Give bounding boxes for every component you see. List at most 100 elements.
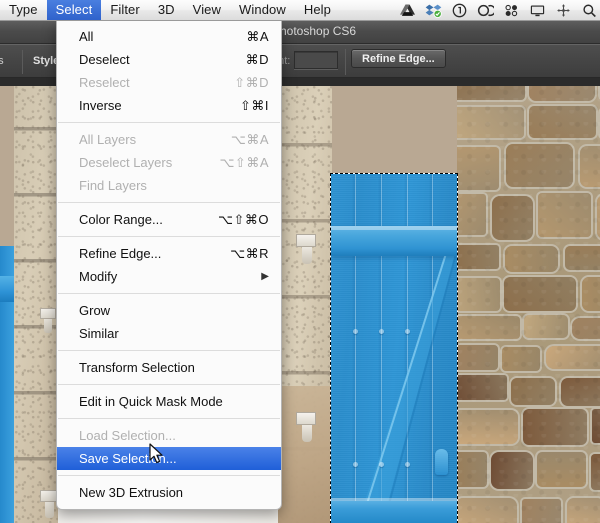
menu-item-label: Refine Edge... [79,246,162,261]
shutter-hook-upper-center [296,234,316,247]
menu-separator [58,418,280,419]
options-divider [22,50,23,74]
refine-edge-button[interactable]: Refine Edge... [351,49,446,68]
creative-cloud-icon[interactable] [477,3,494,18]
dropbox-check-icon[interactable] [425,3,442,18]
shutter-hook-lower-left-stem [45,502,54,518]
menu-item-label: Load Selection... [79,428,176,443]
nail-head [353,329,358,334]
menu-separator [58,293,280,294]
menu-item-label: Deselect Layers [79,155,173,170]
menubar-item-help[interactable]: Help [295,0,340,20]
menu-item-label: Transform Selection [79,360,195,375]
app-title: Photoshop CS6 [272,24,357,38]
menu-item-reselect: Reselect ⇧⌘D [57,71,281,94]
google-drive-icon[interactable] [399,3,416,18]
menu-separator [58,475,280,476]
menu-item-edit-in-quick-mask-mode[interactable]: Edit in Quick Mask Mode [57,390,281,413]
crossrail-highlight [331,226,457,230]
menu-item-deselect-layers: Deselect Layers ⌥⇧⌘A [57,151,281,174]
mortar-texture [457,86,600,523]
onepassword-icon[interactable] [451,3,468,18]
menu-item-shortcut: ⌥⇧⌘A [219,154,269,170]
display-icon[interactable] [529,3,546,18]
stone-texture [14,86,58,523]
nail-head [379,462,384,467]
menu-item-shortcut: ⌘D [245,51,269,67]
menu-item-load-selection: Load Selection... [57,424,281,447]
nail-head [379,329,384,334]
menu-item-label: Deselect [79,52,130,67]
menu-item-label: Inverse [79,98,122,113]
menu-item-label: Color Range... [79,212,163,227]
menu-item-save-selection[interactable]: Save Selection... [57,447,281,470]
menu-item-label: Find Layers [79,178,147,193]
nail-head [405,462,410,467]
stone-wall-right [457,86,600,523]
menu-item-shortcut: ⌥⌘A [230,131,269,147]
spotlight-search-icon[interactable] [581,3,598,18]
height-input[interactable] [294,51,338,69]
menu-item-grow[interactable]: Grow [57,299,281,322]
horizontal-crossrail [331,226,457,256]
shutter-hook-upper-left [40,308,56,319]
menu-item-shortcut: ⌥⌘R [230,245,269,261]
menu-bar-status-icons [399,3,600,18]
menubar-item-type[interactable]: Type [0,0,47,20]
menu-item-all-layers: All Layers ⌥⌘A [57,128,281,151]
menu-item-all[interactable]: All ⌘A [57,25,281,48]
menu-item-label: Save Selection... [79,451,177,466]
bottom-rail [331,501,457,523]
granite-pier-center-lower [278,386,332,523]
move-arrows-icon[interactable] [555,3,572,18]
menu-item-label: All [79,29,94,44]
menu-item-new-3d-extrusion[interactable]: New 3D Extrusion [57,481,281,504]
nail-head [405,329,410,334]
select-dropdown-menu[interactable]: All ⌘A Deselect ⌘D Reselect ⇧⌘D Inverse ⇧⌘I All … [56,21,282,510]
menu-separator [58,122,280,123]
shutter-hook-lower-center [296,412,316,425]
menubar-item-view[interactable]: View [184,0,230,20]
menu-item-color-range[interactable]: Color Range... ⌥⇧⌘O [57,208,281,231]
menu-item-find-layers: Find Layers [57,174,281,197]
menu-item-label: All Layers [79,132,137,147]
menu-separator [58,202,280,203]
left-shutter-rail [0,276,14,302]
shutter-latch [435,449,448,475]
shutter-hook-upper-left-stem [44,319,52,333]
menu-item-similar[interactable]: Similar [57,322,281,345]
menubar-item-3d[interactable]: 3D [149,0,184,20]
menu-separator [58,384,280,385]
menu-item-label: New 3D Extrusion [79,485,184,500]
menu-item-label: Modify [79,269,118,284]
menu-item-modify[interactable]: Modify ▶ [57,265,281,288]
menu-item-shortcut: ⇧⌘I [239,97,269,113]
diagonal-brace [331,244,457,523]
options-divider [345,49,346,75]
menubar-item-select[interactable]: Select [46,0,102,20]
menu-item-label: Reselect [79,75,130,90]
menu-item-shortcut: ⌘A [246,28,269,44]
menu-item-deselect[interactable]: Deselect ⌘D [57,48,281,71]
shutter-hook-lower-center-stem [302,425,312,442]
photoshop-screenshot: Photoshop CS6 as Style: ght: Refine Edge… [0,0,600,523]
submenu-arrow-icon: ▶ [261,270,269,282]
shutter-hook-upper-center-stem [302,247,312,264]
menu-item-label: Grow [79,303,111,318]
nail-head [353,462,358,467]
menu-item-shortcut: ⌥⇧⌘O [218,211,269,227]
mac-menu-bar: Type Select Filter 3D View Window Help [0,0,600,21]
menubar-item-window[interactable]: Window [230,0,295,20]
menu-item-inverse[interactable]: Inverse ⇧⌘I [57,94,281,117]
dots-grid-icon[interactable] [503,3,520,18]
menu-item-shortcut: ⇧⌘D [234,74,269,90]
menubar-item-filter[interactable]: Filter [101,0,149,20]
menu-item-transform-selection[interactable]: Transform Selection [57,356,281,379]
granite-pier-left [14,86,58,523]
menu-item-label: Edit in Quick Mask Mode [79,394,223,409]
anti-alias-label: as [0,55,4,67]
menu-item-refine-edge[interactable]: Refine Edge... ⌥⌘R [57,242,281,265]
menu-item-label: Similar [79,326,119,341]
menu-separator [58,236,280,237]
selected-blue-shutter[interactable] [331,174,457,523]
